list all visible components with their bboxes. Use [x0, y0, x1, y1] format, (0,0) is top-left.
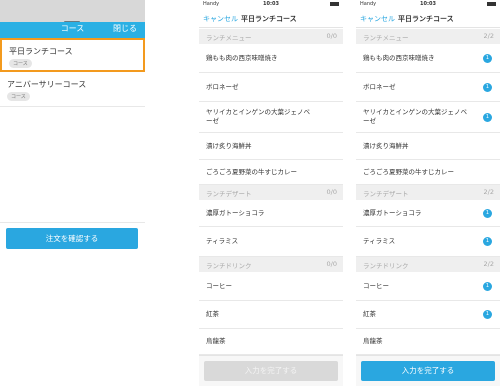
dessert-item[interactable]: 濃厚ガトーショコラ	[199, 200, 343, 227]
dessert-item[interactable]: ティラミス 1	[356, 227, 500, 257]
complete-input-button[interactable]: 入力を完了する	[361, 361, 495, 381]
dessert-item[interactable]: ティラミス	[199, 227, 343, 257]
nav-title: 平日ランチコース	[241, 15, 297, 23]
confirm-order-button[interactable]: 注文を確認する	[6, 228, 138, 249]
battery-icon	[330, 2, 339, 6]
drink-item[interactable]: コーヒー 1	[356, 272, 500, 301]
phone-screen-empty: Handy 10:03 キャンセル 平日ランチコース ランチメニュー 0/0 鶏…	[199, 0, 343, 386]
quantity-badge: 1	[483, 83, 492, 92]
item-label: ヤリイカとインゲンの大葉ジェノベーゼ	[363, 108, 467, 125]
divider	[0, 222, 145, 223]
item-label: 漬け炙り海鮮丼	[206, 142, 252, 150]
menu-item[interactable]: ボロネーゼ 1	[356, 73, 500, 102]
cancel-button[interactable]: キャンセル	[203, 14, 238, 24]
menu-item[interactable]: ごろごろ夏野菜の牛すじカレー	[356, 160, 500, 185]
item-label: ティラミス	[206, 237, 239, 245]
nav-bar: キャンセル 平日ランチコース	[199, 10, 343, 28]
status-bar: Handy 10:03	[356, 0, 500, 9]
dessert-item[interactable]: 濃厚ガトーショコラ 1	[356, 200, 500, 227]
menu-item[interactable]: 漬け炙り海鮮丼	[356, 133, 500, 160]
status-time: 10:03	[420, 1, 436, 7]
course-item-anniversary[interactable]: アニバーサリーコース コース	[0, 73, 145, 107]
section-header-lunch-menu: ランチメニュー 0/0	[199, 29, 343, 44]
battery-icon	[487, 2, 496, 6]
section-count: 2/2	[483, 32, 494, 40]
item-label: ボロネーゼ	[206, 83, 239, 91]
section-count: 0/0	[326, 188, 337, 196]
menu-item[interactable]: 漬け炙り海鮮丼	[199, 133, 343, 160]
menu-item[interactable]: ボロネーゼ	[199, 73, 343, 102]
item-label: ボロネーゼ	[363, 83, 396, 91]
item-label: コーヒー	[363, 282, 389, 290]
item-label: ごろごろ夏野菜の牛すじカレー	[206, 168, 297, 176]
course-header: コース 閉じる	[0, 22, 145, 38]
phone-screen-filled: Handy 10:03 キャンセル 平日ランチコース ランチメニュー 2/2 鶏…	[356, 0, 500, 386]
course-name: 平日ランチコース	[9, 47, 73, 56]
section-label: ランチメニュー	[206, 34, 252, 42]
item-label: 濃厚ガトーショコラ	[363, 209, 422, 217]
section-header-lunch-dessert: ランチデザート 2/2	[356, 185, 500, 200]
menu-item[interactable]: 鶏もも肉の西京味噌焼き	[199, 44, 343, 73]
item-label: コーヒー	[206, 282, 232, 290]
quantity-badge: 1	[483, 209, 492, 218]
section-header-lunch-dessert: ランチデザート 0/0	[199, 185, 343, 200]
item-label: 紅茶	[206, 310, 219, 318]
drink-item[interactable]: 紅茶 1	[356, 301, 500, 329]
drink-item[interactable]: 烏龍茶	[199, 329, 343, 355]
quantity-badge: 1	[483, 310, 492, 319]
section-count: 2/2	[483, 188, 494, 196]
menu-item[interactable]: ヤリイカとインゲンの大葉ジェノベーゼ 1	[356, 102, 500, 133]
item-label: 漬け炙り海鮮丼	[363, 142, 409, 150]
dimmed-background	[0, 0, 145, 22]
item-label: 濃厚ガトーショコラ	[206, 209, 265, 217]
item-label: ヤリイカとインゲンの大葉ジェノベーゼ	[206, 108, 310, 125]
nav-title: 平日ランチコース	[398, 15, 454, 23]
divider	[0, 106, 145, 107]
course-name: アニバーサリーコース	[7, 80, 87, 89]
section-label: ランチデザート	[206, 190, 252, 198]
status-bar: Handy 10:03	[199, 0, 343, 9]
section-label: ランチドリンク	[363, 262, 409, 270]
quantity-badge: 1	[483, 237, 492, 246]
course-panel: コース 閉じる 平日ランチコース コース アニバーサリーコース コース 注文を確…	[0, 0, 145, 386]
nav-bar: キャンセル 平日ランチコース	[356, 10, 500, 28]
quantity-badge: 1	[483, 282, 492, 291]
drink-item[interactable]: コーヒー	[199, 272, 343, 301]
item-label: 烏龍茶	[363, 337, 383, 345]
status-time: 10:03	[263, 1, 279, 7]
course-tag: コース	[9, 59, 32, 68]
close-button[interactable]: 閉じる	[113, 23, 137, 34]
course-tag: コース	[7, 92, 30, 101]
item-label: 紅茶	[363, 310, 376, 318]
item-label: 鶏もも肉の西京味噌焼き	[206, 54, 278, 62]
section-header-lunch-drink: ランチドリンク 2/2	[356, 257, 500, 272]
section-header-lunch-drink: ランチドリンク 0/0	[199, 257, 343, 272]
section-count: 0/0	[326, 260, 337, 268]
drink-item[interactable]: 烏龍茶	[356, 329, 500, 355]
menu-item[interactable]: ごろごろ夏野菜の牛すじカレー	[199, 160, 343, 185]
section-header-lunch-menu: ランチメニュー 2/2	[356, 29, 500, 44]
item-label: ごろごろ夏野菜の牛すじカレー	[363, 168, 454, 176]
course-item-weekday-lunch[interactable]: 平日ランチコース コース	[0, 38, 145, 72]
section-label: ランチドリンク	[206, 262, 252, 270]
drink-item[interactable]: 紅茶	[199, 301, 343, 329]
section-count: 2/2	[483, 260, 494, 268]
section-label: ランチデザート	[363, 190, 409, 198]
quantity-badge: 1	[483, 113, 492, 122]
quantity-badge: 1	[483, 54, 492, 63]
menu-item[interactable]: 鶏もも肉の西京味噌焼き 1	[356, 44, 500, 73]
item-label: 鶏もも肉の西京味噌焼き	[363, 54, 435, 62]
cancel-button[interactable]: キャンセル	[360, 14, 395, 24]
section-count: 0/0	[326, 32, 337, 40]
item-label: ティラミス	[363, 237, 396, 245]
menu-item[interactable]: ヤリイカとインゲンの大葉ジェノベーゼ	[199, 102, 343, 133]
section-label: ランチメニュー	[363, 34, 409, 42]
item-label: 烏龍茶	[206, 337, 226, 345]
complete-input-button[interactable]: 入力を完了する	[204, 361, 338, 381]
